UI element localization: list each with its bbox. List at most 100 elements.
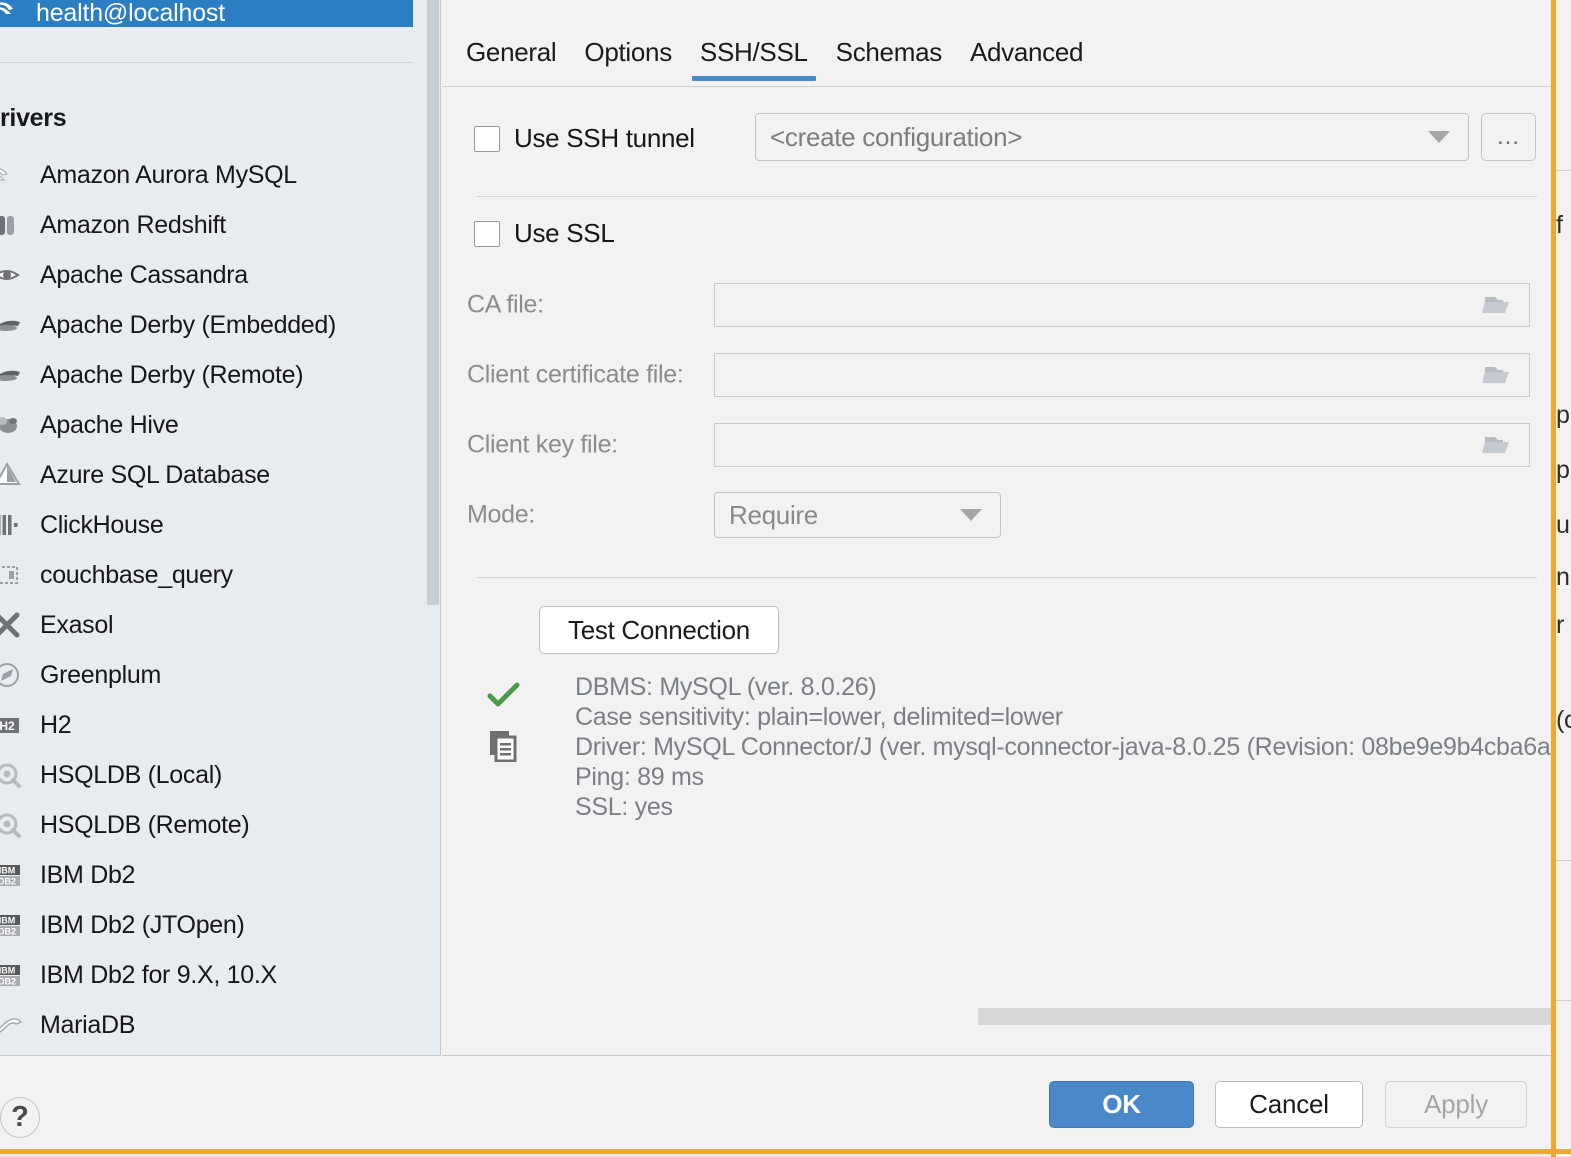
- clickhouse-icon: [0, 510, 28, 540]
- driver-list-item[interactable]: Apache Hive: [0, 400, 413, 450]
- svg-text:IBM: IBM: [0, 916, 15, 926]
- ssl-mode-select[interactable]: Require: [714, 492, 1001, 538]
- client-key-file-label: Client key file:: [467, 430, 618, 459]
- green-check-icon: [487, 680, 521, 710]
- driver-list-item-label: IBM Db2: [40, 860, 136, 889]
- driver-list-item-label: MariaDB: [40, 1010, 136, 1039]
- ssl-mode-value: Require: [729, 499, 818, 530]
- driver-list-item[interactable]: Apache Derby (Embedded): [0, 300, 413, 350]
- driver-list-item-label: IBM Db2 (JTOpen): [40, 910, 245, 939]
- folder-icon[interactable]: [1467, 354, 1529, 396]
- folder-icon[interactable]: [1467, 424, 1529, 466]
- tab-ssh-ssl[interactable]: SSH/SSL: [686, 33, 822, 87]
- result-horizontal-scrollbar-track[interactable]: [922, 1006, 1571, 1026]
- driver-list-item-label: IBM Db2 for 9.X, 10.X: [40, 960, 277, 989]
- hsqldb-icon: [0, 760, 28, 790]
- test-connection-result-line: Case sensitivity: plain=lower, delimited…: [575, 703, 1063, 731]
- result-horizontal-scrollbar-thumb[interactable]: [978, 1008, 1571, 1025]
- selected-datasource-row[interactable]: health@localhost: [0, 0, 413, 27]
- window-focus-accent-bottom: [0, 1149, 1571, 1154]
- chevron-down-icon: [960, 509, 982, 521]
- driver-list-item[interactable]: HSQLDB (Local): [0, 750, 413, 800]
- ssl-mode-row: Mode: Require: [442, 491, 1571, 539]
- checkbox-box[interactable]: [474, 125, 500, 152]
- test-connection-button[interactable]: Test Connection: [539, 606, 779, 654]
- client-certificate-file-label: Client certificate file:: [467, 360, 684, 389]
- background-text-fragment: (c: [1556, 706, 1571, 734]
- ssl-mode-label: Mode:: [467, 500, 535, 529]
- driver-list-item-label: Apache Hive: [40, 410, 179, 439]
- cancel-button[interactable]: Cancel: [1215, 1081, 1363, 1128]
- tab-advanced[interactable]: Advanced: [956, 33, 1097, 87]
- ibm-db2-icon: IBMDB2: [0, 960, 28, 990]
- driver-list-item[interactable]: Azure SQL Database: [0, 450, 413, 500]
- tab-options[interactable]: Options: [570, 33, 686, 87]
- ca-file-input[interactable]: [714, 283, 1530, 327]
- window-focus-accent-right: [1551, 0, 1556, 1157]
- folder-icon[interactable]: [1467, 284, 1529, 326]
- background-text-fragment: f: [1556, 211, 1563, 239]
- selected-datasource-label: health@localhost: [36, 0, 225, 27]
- ok-button[interactable]: OK: [1049, 1081, 1194, 1128]
- svg-text:IBM: IBM: [0, 966, 15, 976]
- question-mark-icon[interactable]: ?: [0, 1097, 40, 1138]
- background-divider: [1556, 860, 1571, 861]
- ssh-configuration-value: <create configuration>: [770, 121, 1023, 152]
- driver-list-item-label: ClickHouse: [40, 510, 164, 539]
- driver-list-item[interactable]: IBMDB2 IBM Db2: [0, 850, 413, 900]
- tab-schemas[interactable]: Schemas: [822, 33, 956, 87]
- drivers-list: Amazon Aurora MySQL Amazon Redshift Apache…: [0, 150, 413, 1050]
- tab-general[interactable]: General: [452, 33, 570, 87]
- driver-list-item[interactable]: ClickHouse: [0, 500, 413, 550]
- apply-button[interactable]: Apply: [1385, 1081, 1527, 1128]
- tree-divider: [0, 62, 413, 63]
- settings-tab-bar: General Options SSH/SSL Schemas Advanced: [442, 0, 1571, 87]
- drivers-scrollbar-thumb[interactable]: [427, 0, 439, 605]
- client-certificate-file-row: Client certificate file:: [442, 351, 1571, 399]
- background-divider: [1556, 1000, 1571, 1001]
- section-divider-ssl: [477, 577, 1537, 578]
- background-ide-sliver: f p p u n r (c: [1556, 0, 1571, 1157]
- driver-list-item[interactable]: HSQLDB (Remote): [0, 800, 413, 850]
- test-connection-result-line: Ping: 89 ms: [575, 763, 704, 791]
- background-divider: [1556, 170, 1571, 171]
- svg-text:DB2: DB2: [0, 977, 16, 987]
- client-certificate-file-input[interactable]: [714, 353, 1530, 397]
- driver-list-item-label: Apache Cassandra: [40, 260, 248, 289]
- svg-text:DB2: DB2: [0, 927, 16, 937]
- driver-list-item[interactable]: Amazon Redshift: [0, 200, 413, 250]
- driver-list-item[interactable]: Greenplum: [0, 650, 413, 700]
- driver-list-item[interactable]: MariaDB: [0, 1000, 413, 1050]
- derby-icon: [0, 310, 28, 340]
- client-key-file-input[interactable]: [714, 423, 1530, 467]
- datasource-tree-panel: health@localhost rivers Amazon Aurora My…: [0, 0, 441, 1056]
- redshift-icon: [0, 210, 28, 240]
- use-ssh-tunnel-checkbox[interactable]: Use SSH tunnel: [474, 123, 695, 154]
- tab-bar-bottom-border: [442, 86, 1571, 87]
- checkbox-box[interactable]: [474, 220, 500, 247]
- greenplum-icon: [0, 660, 28, 690]
- driver-list-item-label: couchbase_query: [40, 560, 233, 589]
- driver-list-item[interactable]: couchbase_query: [0, 550, 413, 600]
- driver-list-item[interactable]: IBMDB2 IBM Db2 for 9.X, 10.X: [0, 950, 413, 1000]
- driver-list-item-label: HSQLDB (Local): [40, 760, 222, 789]
- mariadb-seal-icon: [0, 1010, 28, 1040]
- aurora-mysql-icon: [0, 160, 28, 190]
- driver-list-item[interactable]: IBMDB2 IBM Db2 (JTOpen): [0, 900, 413, 950]
- driver-list-item[interactable]: Apache Cassandra: [0, 250, 413, 300]
- ssh-tunnel-row: Use SSH tunnel <create configuration> ..…: [442, 113, 1571, 167]
- driver-list-item-label: Apache Derby (Remote): [40, 360, 304, 389]
- ssh-configuration-more-button[interactable]: ...: [1481, 113, 1536, 161]
- use-ssl-label: Use SSL: [514, 218, 615, 248]
- copy-icon[interactable]: [487, 728, 521, 762]
- driver-list-item[interactable]: H2 H2: [0, 700, 413, 750]
- use-ssl-checkbox[interactable]: Use SSL: [474, 218, 615, 249]
- ssh-configuration-select[interactable]: <create configuration>: [755, 113, 1469, 161]
- driver-list-item[interactable]: Apache Derby (Remote): [0, 350, 413, 400]
- derby-icon: [0, 360, 28, 390]
- driver-list-item[interactable]: Exasol: [0, 600, 413, 650]
- use-ssh-tunnel-label: Use SSH tunnel: [514, 123, 695, 153]
- driver-list-item-label: Exasol: [40, 610, 114, 639]
- driver-list-item[interactable]: Amazon Aurora MySQL: [0, 150, 413, 200]
- drivers-scrollbar-track[interactable]: [426, 0, 440, 1027]
